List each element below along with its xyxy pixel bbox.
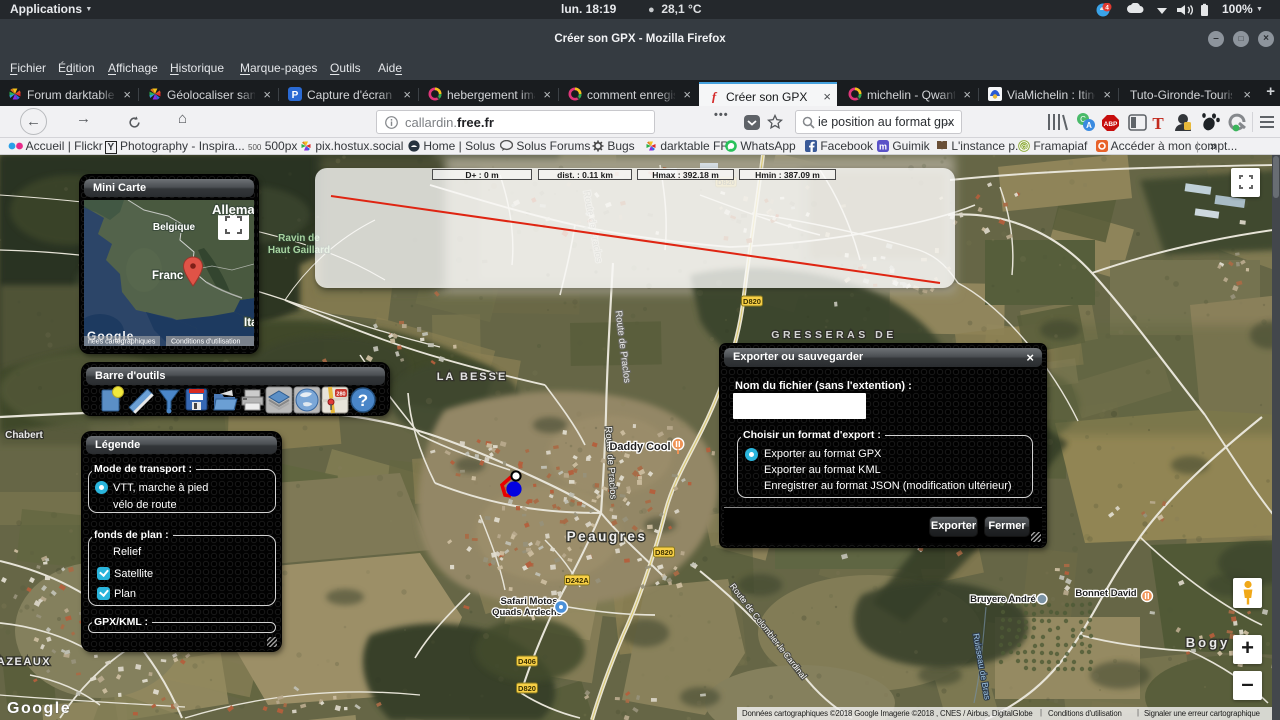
svg-text:Safari Motos: Safari Motos — [500, 596, 557, 607]
svg-text:D820: D820 — [518, 684, 536, 693]
svg-text:m: m — [879, 142, 887, 152]
svg-text:T: T — [1152, 114, 1164, 133]
svg-text:ABP: ABP — [1104, 121, 1118, 128]
svg-text:4: 4 — [1105, 4, 1109, 11]
svg-text:Quads Ardeche: Quads Ardeche — [492, 607, 562, 618]
svg-text:Allemagn: Allemagn — [212, 202, 254, 217]
svg-text:280: 280 — [336, 392, 345, 398]
svg-text:@: @ — [1020, 142, 1028, 151]
svg-text:Franc: Franc — [152, 270, 184, 282]
svg-text:GRESSERAS DE: GRESSERAS DE — [771, 329, 896, 341]
svg-text:Chabert: Chabert — [5, 430, 43, 441]
svg-text:nées cartographiques: nées cartographiques — [88, 339, 156, 346]
svg-text:Bruyere André: Bruyere André — [970, 594, 1036, 605]
svg-text:Ravin de: Ravin de — [278, 233, 320, 244]
svg-text:D242A: D242A — [565, 576, 589, 585]
svg-text:D406: D406 — [518, 657, 536, 666]
svg-text:Bogy: Bogy — [1186, 635, 1231, 650]
svg-text:D820: D820 — [743, 297, 761, 306]
svg-text:LA BESSE: LA BESSE — [437, 371, 508, 383]
svg-text:Conditions d'utilisation: Conditions d'utilisation — [171, 339, 241, 346]
svg-text:AZEAUX: AZEAUX — [0, 656, 51, 668]
svg-text:Ita: Ita — [244, 317, 254, 329]
svg-text:Daddy Cool: Daddy Cool — [609, 441, 670, 453]
svg-text:P: P — [292, 90, 299, 101]
svg-text:f: f — [712, 89, 718, 103]
svg-text:Belgique: Belgique — [153, 222, 196, 233]
svg-text:D820: D820 — [655, 548, 673, 557]
svg-text:A: A — [1086, 121, 1092, 130]
svg-text:?: ? — [358, 391, 368, 410]
svg-text:Bonnet David: Bonnet David — [1075, 588, 1136, 599]
svg-text:Peaugres: Peaugres — [567, 529, 648, 544]
svg-text:Google: Google — [7, 700, 71, 717]
